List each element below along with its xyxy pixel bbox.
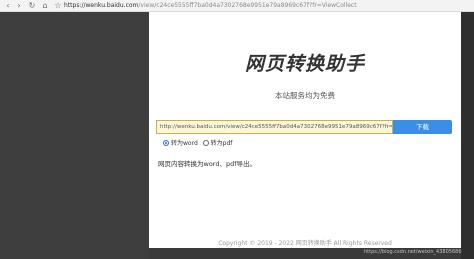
- page-background-left: [0, 12, 149, 259]
- option-word[interactable]: 转为word: [163, 140, 201, 147]
- page-title: 网页转换助手: [244, 53, 365, 75]
- browser-toolbar: ‹ › ↻ ⌂ ☆ https://wenku.baidu.com/view/c…: [0, 0, 474, 12]
- url-path: /view/c24ce5555ff7ba0d4a7302768e9951e79a…: [138, 2, 357, 9]
- address-bar[interactable]: https://wenku.baidu.com/view/c24ce5555ff…: [64, 1, 357, 11]
- forward-icon[interactable]: ›: [14, 1, 24, 11]
- download-button[interactable]: 下载: [393, 120, 452, 134]
- bookmark-star-icon[interactable]: ☆: [53, 1, 63, 11]
- page-background-right: [461, 12, 474, 259]
- option-word-label: 转为word: [171, 140, 198, 147]
- option-pdf-label: 转为pdf: [210, 140, 233, 147]
- radio-checked-icon[interactable]: [163, 140, 169, 146]
- url-input[interactable]: http://wenku.baidu.com/view/c24ce5555ff7…: [156, 120, 393, 134]
- home-icon[interactable]: ⌂: [40, 1, 50, 11]
- format-options: 转为word 转为pdf: [163, 139, 235, 149]
- back-icon[interactable]: ‹: [3, 1, 13, 11]
- option-pdf[interactable]: 转为pdf: [202, 140, 236, 147]
- reload-icon[interactable]: ↻: [27, 1, 37, 11]
- converter-card: 网页转换助手 本站服务均为免费 http://wenku.baidu.com/v…: [149, 12, 461, 248]
- footer-copyright: Copyright © 2019 - 2022 网页转换助手 All Right…: [218, 240, 392, 247]
- description-text: 网页内容转换为word、pdf导出。: [158, 160, 257, 168]
- url-host: https://wenku.baidu.com: [64, 2, 139, 9]
- watermark-text: https://blog.csdn.net/weixin_43805686: [364, 249, 462, 255]
- page-subtitle: 本站服务均为免费: [275, 91, 335, 100]
- radio-unchecked-icon[interactable]: [202, 140, 209, 146]
